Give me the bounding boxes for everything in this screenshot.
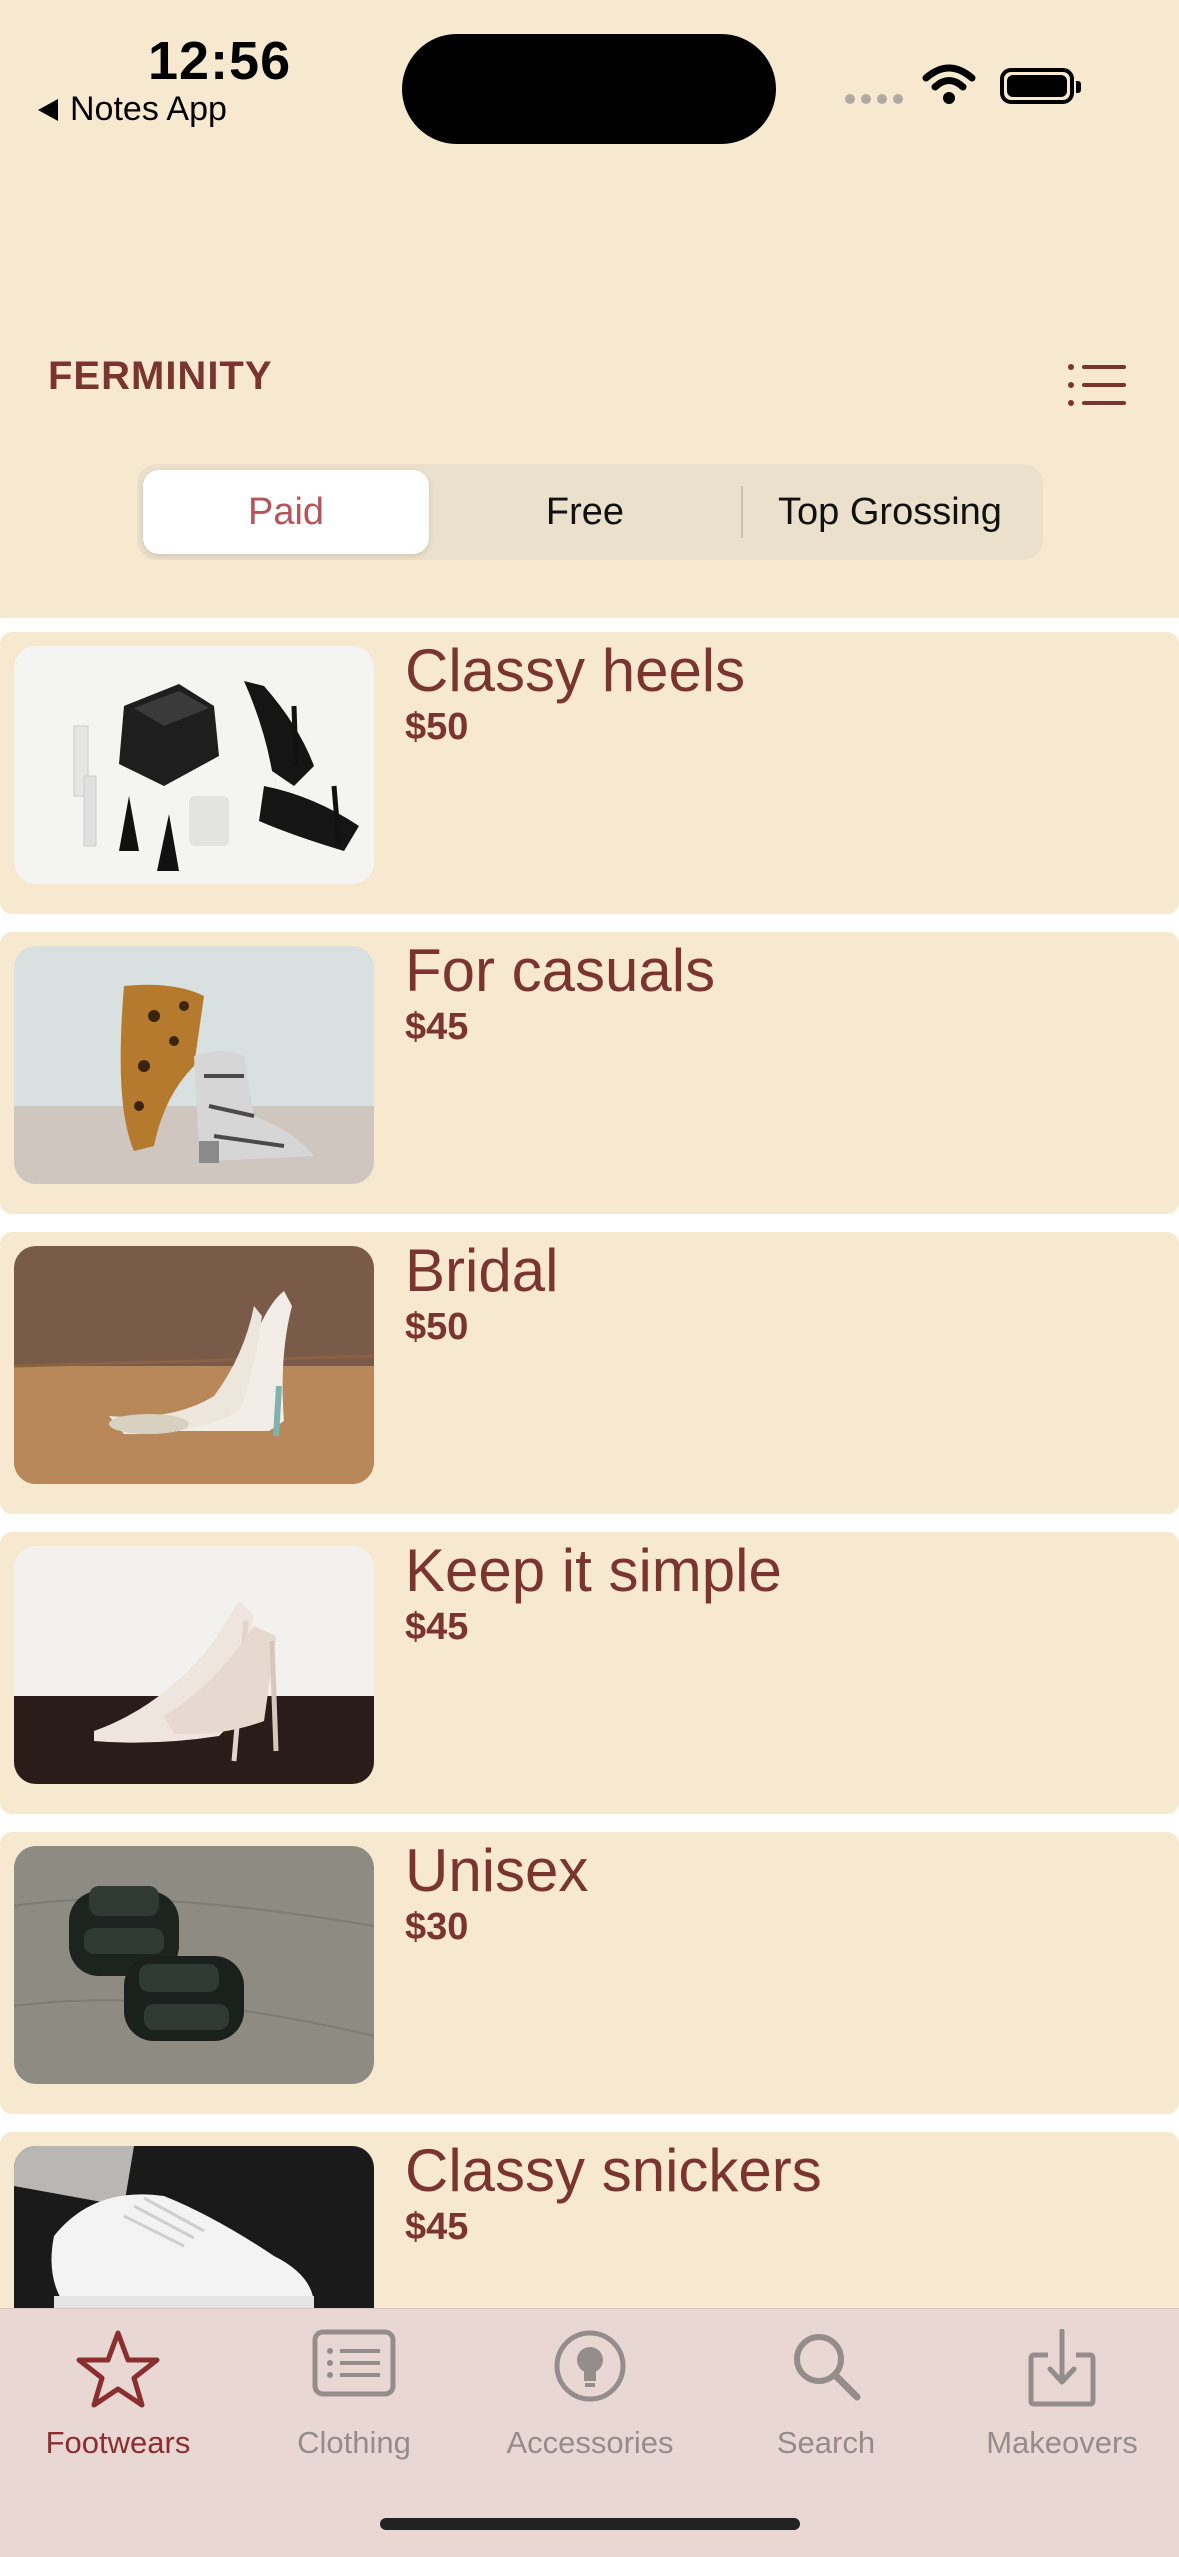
product-card[interactable]: Bridal $50 xyxy=(0,1232,1179,1514)
product-list[interactable]: Classy heels $50 For casuals $45 Bridal … xyxy=(0,618,1179,2308)
category-segmented-control: Paid Free Top Grossing xyxy=(137,464,1043,560)
product-card[interactable]: Unisex $30 xyxy=(0,1832,1179,2114)
product-image-sneakers xyxy=(14,2146,374,2308)
product-image-bridal xyxy=(14,1246,374,1484)
product-card[interactable]: Classy heels $50 xyxy=(0,632,1179,914)
product-price: $50 xyxy=(405,706,469,748)
tab-search[interactable]: Search xyxy=(708,2309,944,2479)
home-indicator xyxy=(380,2518,800,2530)
product-image-boots xyxy=(14,946,374,1184)
tab-clothing[interactable]: Clothing xyxy=(236,2309,472,2479)
product-title: Unisex xyxy=(405,1837,589,1904)
bulb-icon xyxy=(554,2330,626,2402)
back-arrow-icon xyxy=(38,98,58,121)
product-card[interactable]: Classy snickers $45 xyxy=(0,2132,1179,2308)
product-title: Keep it simple xyxy=(405,1537,782,1604)
product-image-heels xyxy=(14,646,374,884)
product-title: For casuals xyxy=(405,937,716,1004)
star-icon xyxy=(76,2330,160,2408)
app-title: FERMINITY xyxy=(48,354,273,398)
tab-label: Accessories xyxy=(506,2425,674,2460)
product-price: $45 xyxy=(405,2206,469,2248)
product-title: Bridal xyxy=(405,1237,559,1304)
product-card[interactable]: For casuals $45 xyxy=(0,932,1179,1214)
product-price: $30 xyxy=(405,1906,469,1948)
download-icon xyxy=(1028,2329,1096,2407)
back-app-label: Notes App xyxy=(70,90,227,128)
product-price: $50 xyxy=(405,1306,469,1348)
product-title: Classy heels xyxy=(405,637,746,704)
tab-accessories[interactable]: Accessories xyxy=(472,2309,708,2479)
product-price: $45 xyxy=(405,1606,469,1648)
dynamic-island xyxy=(402,34,776,144)
cellular-signal-icon xyxy=(845,94,903,104)
battery-icon xyxy=(1000,68,1081,104)
wifi-icon xyxy=(922,64,976,104)
product-price: $45 xyxy=(405,1006,469,1048)
tab-footwears[interactable]: Footwears xyxy=(0,2309,236,2479)
back-to-app-link[interactable]: Notes App xyxy=(38,90,227,129)
menu-list-icon[interactable] xyxy=(1068,362,1126,408)
segment-free[interactable]: Free xyxy=(429,470,741,554)
tab-label: Footwears xyxy=(45,2425,191,2460)
product-card[interactable]: Keep it simple $45 xyxy=(0,1532,1179,1814)
status-time: 12:56 xyxy=(148,31,292,91)
product-title: Classy snickers xyxy=(405,2137,822,2204)
tab-makeovers[interactable]: Makeovers xyxy=(944,2309,1179,2479)
tab-label: Clothing xyxy=(297,2425,411,2460)
segment-top-grossing[interactable]: Top Grossing xyxy=(743,470,1037,554)
product-image-sandals xyxy=(14,1846,374,2084)
search-icon xyxy=(794,2334,861,2401)
segment-paid[interactable]: Paid xyxy=(143,470,429,554)
list-card-icon xyxy=(312,2329,396,2397)
tab-label: Search xyxy=(776,2425,876,2460)
tab-label: Makeovers xyxy=(986,2425,1138,2460)
product-image-pumps xyxy=(14,1546,374,1784)
